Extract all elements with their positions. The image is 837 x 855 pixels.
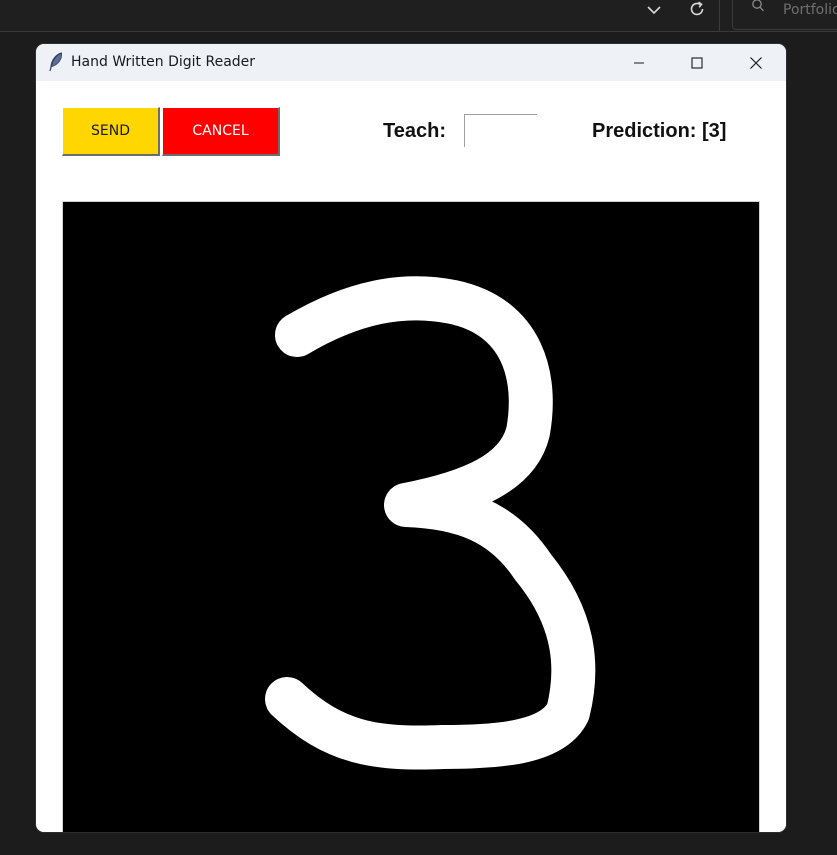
send-button[interactable]: SEND (62, 107, 160, 156)
drawing-canvas[interactable] (62, 201, 760, 832)
prediction-label: Prediction: [3] (592, 120, 727, 142)
host-search-box[interactable]: Portfolio (732, 0, 837, 30)
cancel-button[interactable]: CANCEL (162, 107, 280, 156)
host-divider (719, 0, 720, 31)
teach-input[interactable] (464, 114, 537, 147)
window-title: Hand Written Digit Reader (71, 54, 256, 70)
window-titlebar[interactable]: Hand Written Digit Reader (36, 44, 786, 81)
app-client-area: SEND CANCEL Teach: Prediction: [3] (36, 81, 786, 832)
maximize-icon[interactable] (674, 44, 720, 81)
feather-icon (48, 52, 64, 72)
refresh-icon[interactable] (686, 0, 708, 20)
app-window: Hand Written Digit Reader SEND CANCEL Te… (36, 44, 786, 832)
teach-label: Teach: (383, 120, 446, 142)
host-top-bar: Portfolio (0, 0, 837, 32)
close-icon[interactable] (733, 44, 779, 81)
chevron-down-icon[interactable] (643, 0, 665, 20)
host-search-placeholder: Portfolio (783, 2, 837, 18)
drawn-digit-stroke (265, 276, 596, 770)
minimize-icon[interactable] (616, 44, 662, 81)
search-icon (751, 0, 765, 14)
